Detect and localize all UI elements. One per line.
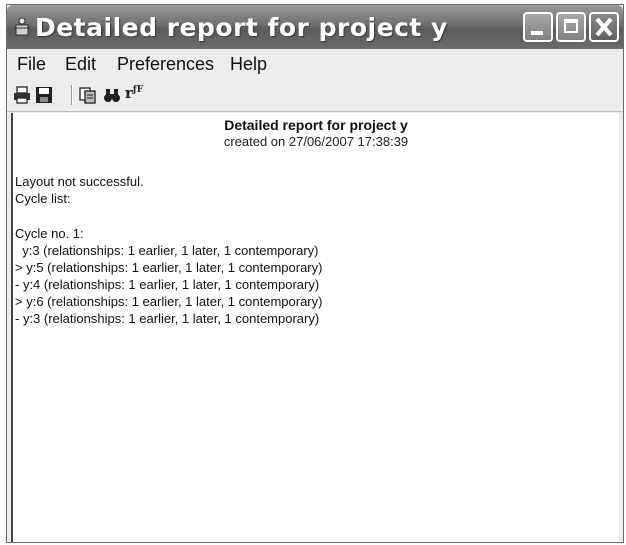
report-content: Detailed report for project y created on…: [11, 113, 619, 542]
font-icon-glyph: r: [125, 84, 133, 102]
report-title: Detailed report for project y: [224, 117, 408, 133]
report-created: created on 27/06/2007 17:38:39: [223, 134, 409, 149]
toolbar-separator: [71, 85, 73, 105]
maximize-icon: [564, 19, 578, 33]
report-window: Detailed report for project y File Edit …: [6, 4, 624, 543]
close-button[interactable]: [589, 12, 619, 42]
menu-preferences[interactable]: Preferences: [117, 54, 214, 75]
save-icon[interactable]: [35, 86, 53, 104]
minimize-button[interactable]: [523, 12, 553, 42]
find-icon[interactable]: [103, 86, 121, 104]
minimize-icon: [531, 31, 543, 35]
close-icon: [595, 17, 613, 37]
app-icon: [14, 17, 30, 36]
report-line: - y:4 (relationships: 1 earlier, 1 later…: [15, 277, 320, 292]
menu-bar: File Edit Preferences Help: [7, 49, 623, 79]
menu-edit[interactable]: Edit: [65, 54, 96, 75]
title-bar[interactable]: Detailed report for project y: [7, 5, 623, 49]
report-line: Cycle list:: [15, 191, 71, 206]
report-line: > y:6 (relationships: 1 earlier, 1 later…: [15, 294, 323, 309]
font-icon[interactable]: rƒF: [125, 84, 149, 102]
report-line: Layout not successful.: [15, 174, 144, 189]
menu-help[interactable]: Help: [230, 54, 267, 75]
maximize-button[interactable]: [556, 12, 586, 42]
report-line: Cycle no. 1:: [15, 226, 84, 241]
window-title: Detailed report for project y: [35, 13, 448, 42]
font-icon-glyph-sup: ƒF: [132, 85, 144, 95]
printer-icon[interactable]: [13, 86, 31, 104]
report-line: - y:3 (relationships: 1 earlier, 1 later…: [15, 311, 320, 326]
report-line: y:3 (relationships: 1 earlier, 1 later, …: [15, 243, 319, 258]
report-line: > y:5 (relationships: 1 earlier, 1 later…: [15, 260, 323, 275]
toolbar: rƒF: [7, 79, 623, 112]
copy-icon[interactable]: [79, 86, 97, 104]
menu-file[interactable]: File: [17, 54, 46, 75]
